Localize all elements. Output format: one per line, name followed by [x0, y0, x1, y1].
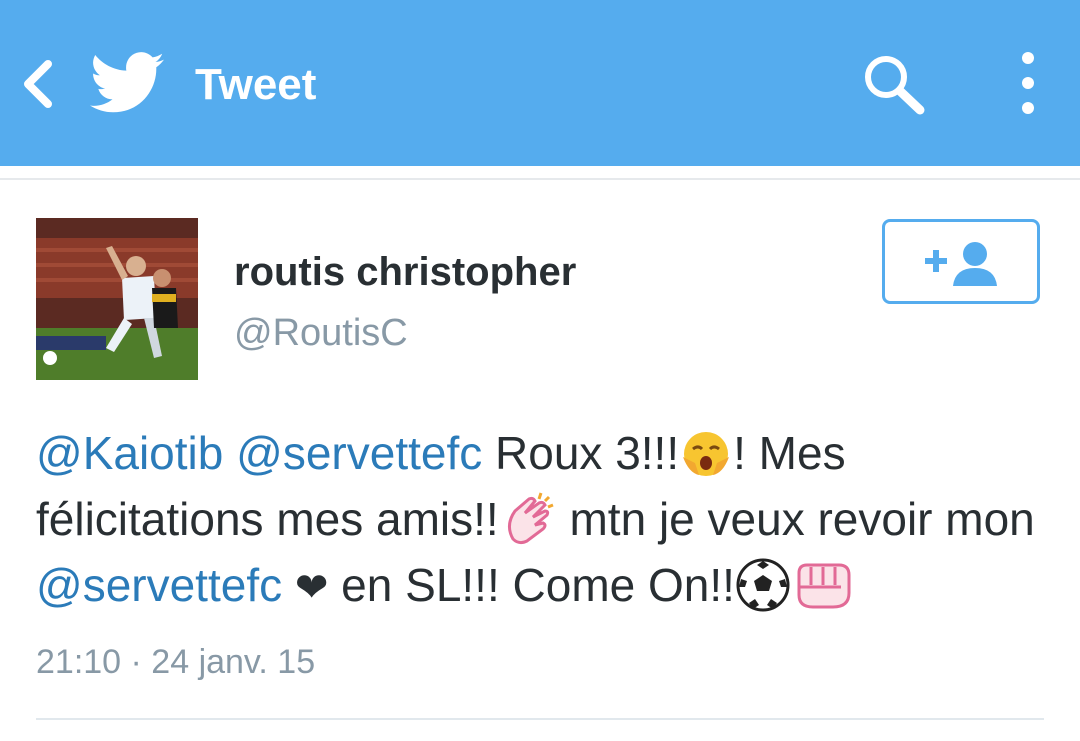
soccer-ball-emoji — [736, 558, 790, 612]
twitter-bird-icon — [90, 52, 164, 113]
divider — [36, 718, 1044, 720]
mention-link[interactable]: @Kaiotib — [36, 427, 223, 479]
tweet-text-segment: mtn je veux revoir mon — [556, 493, 1035, 545]
overflow-menu-icon[interactable] — [1010, 48, 1046, 120]
fist-emoji — [797, 563, 851, 609]
tweet-text: @Kaiotib @servettefc Roux 3!!!! Mes féli… — [36, 420, 1046, 621]
search-icon[interactable] — [860, 52, 930, 118]
chevron-left-icon[interactable] — [18, 58, 58, 110]
author-name[interactable]: routis christopher — [234, 248, 576, 296]
crying-face-emoji — [683, 432, 730, 476]
follow-button[interactable] — [882, 219, 1040, 304]
add-user-icon — [925, 242, 997, 286]
divider — [0, 178, 1080, 180]
mention-link[interactable]: @servettefc — [236, 427, 482, 479]
tweet-text-segment: Roux 3!!! — [482, 427, 680, 479]
tweet-timestamp: 21:10 · 24 janv. 15 — [36, 643, 316, 681]
mention-link[interactable]: @servettefc — [36, 559, 282, 611]
page-title: Tweet — [195, 60, 317, 109]
app-bar: Tweet — [0, 0, 1080, 166]
tweet-text-segment: en SL!!! Come On!! — [328, 559, 735, 611]
heart-icon: ❤ — [294, 566, 329, 610]
author-handle[interactable]: @RoutisC — [234, 310, 408, 356]
avatar[interactable] — [36, 218, 198, 380]
clapping-hands-emoji — [507, 492, 554, 545]
